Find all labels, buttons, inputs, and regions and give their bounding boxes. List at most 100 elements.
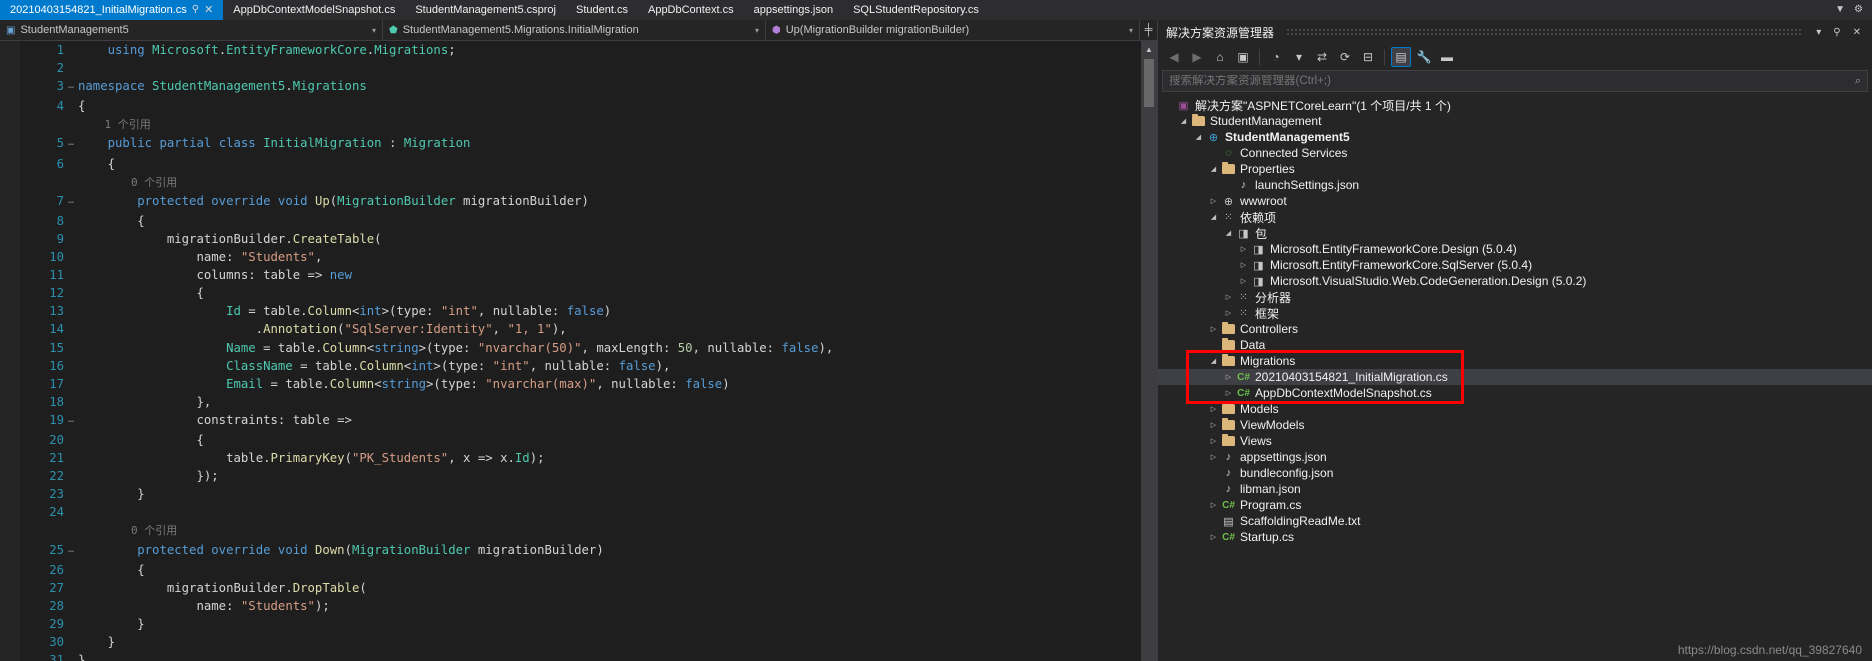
tree-item[interactable]: ▤ ScaffoldingReadMe.txt [1158, 513, 1872, 529]
editor-tab[interactable]: Student.cs [566, 0, 638, 20]
scrollbar-thumb[interactable] [1144, 59, 1154, 107]
tree-item-label: libman.json [1240, 482, 1301, 496]
expanded-twisty-icon[interactable]: ◢ [1207, 357, 1220, 365]
scroll-up-arrow-icon[interactable]: ▲ [1141, 41, 1157, 57]
home-icon[interactable]: ⌂ [1210, 47, 1230, 67]
tab-list-dropdown-icon[interactable]: ▼ [1835, 5, 1845, 15]
tree-item[interactable]: ♪ launchSettings.json [1158, 177, 1872, 193]
title-drag-dots[interactable] [1286, 28, 1802, 36]
sync-with-active-document-icon[interactable]: ⇄ [1312, 47, 1332, 67]
tree-item[interactable]: ♪ bundleconfig.json [1158, 465, 1872, 481]
folder-icon [1220, 338, 1237, 350]
collapsed-twisty-icon[interactable]: ▷ [1207, 197, 1220, 205]
tree-item[interactable]: ▷ Models [1158, 401, 1872, 417]
tree-item[interactable]: ▷ Views [1158, 433, 1872, 449]
preview-selected-items-icon[interactable]: ▬ [1437, 47, 1457, 67]
collapsed-twisty-icon[interactable]: ▷ [1222, 373, 1235, 381]
chevron-down-icon: ▾ [1128, 25, 1133, 35]
tree-item-label: Migrations [1240, 354, 1296, 368]
editor-tab[interactable]: 20210403154821_InitialMigration.cs ⚲ ✕ [0, 0, 224, 20]
close-icon[interactable]: ✕ [204, 4, 213, 16]
collapsed-twisty-icon[interactable]: ▷ [1207, 325, 1220, 333]
pending-changes-dropdown-icon[interactable]: ▾ [1289, 47, 1309, 67]
tree-item[interactable]: ▷ C# 20210403154821_InitialMigration.cs [1158, 369, 1872, 385]
tree-item[interactable]: Data [1158, 337, 1872, 353]
tree-item[interactable]: ◌ Connected Services [1158, 145, 1872, 161]
solution-explorer-search[interactable]: ⌕ [1162, 70, 1868, 92]
collapsed-twisty-icon[interactable]: ▷ [1207, 421, 1220, 429]
refresh-icon[interactable]: ⟳ [1335, 47, 1355, 67]
tree-item[interactable]: ♪ libman.json [1158, 481, 1872, 497]
tree-item[interactable]: ▷ ◨ Microsoft.EntityFrameworkCore.SqlServe… [1158, 257, 1872, 273]
expanded-twisty-icon[interactable]: ◢ [1177, 117, 1190, 125]
tree-item[interactable]: ▷ C# Startup.cs [1158, 529, 1872, 545]
source-code[interactable]: 1 using Microsoft.EntityFrameworkCore.Mi… [20, 41, 1141, 661]
tree-item[interactable]: ▷ ViewModels [1158, 417, 1872, 433]
collapsed-twisty-icon[interactable]: ▷ [1207, 533, 1220, 541]
expanded-twisty-icon[interactable]: ◢ [1222, 229, 1235, 237]
editor-tab[interactable]: AppDbContext.cs [637, 0, 744, 20]
solution-explorer-panel: 解决方案资源管理器 ▾ ⚲ ✕ ◀▶⌂▣◔▾⇄⟳⊟▤🔧▬ ⌕ ▣解决方案"ASP… [1157, 20, 1872, 661]
web-project-icon: ⊕ [1208, 131, 1219, 144]
collapsed-twisty-icon[interactable]: ▷ [1222, 389, 1235, 397]
collapsed-twisty-icon[interactable]: ▷ [1207, 501, 1220, 509]
collapsed-twisty-icon[interactable]: ▷ [1207, 437, 1220, 445]
tree-item[interactable]: ▷ ◨ Microsoft.VisualStudio.Web.CodeGenerat… [1158, 273, 1872, 289]
expanded-twisty-icon[interactable]: ◢ [1207, 213, 1220, 221]
tree-item[interactable]: ▷ ◨ Microsoft.EntityFrameworkCore.Design (… [1158, 241, 1872, 257]
split-editor-button[interactable]: ╪ [1140, 20, 1157, 40]
pin-icon[interactable]: ⚲ [1830, 27, 1843, 38]
folder-icon [1220, 418, 1237, 430]
tree-item[interactable]: ▣ 解决方案"ASPNETCoreLearn"(1 个项目/共 1 个) [1158, 97, 1872, 113]
tree-item[interactable]: ◢ StudentManagement [1158, 113, 1872, 129]
tree-item[interactable]: ▷ ♪ appsettings.json [1158, 449, 1872, 465]
editor-tab[interactable]: appsettings.json [743, 0, 844, 20]
forward-icon[interactable]: ▶ [1187, 47, 1207, 67]
expanded-twisty-icon[interactable]: ◢ [1207, 165, 1220, 173]
csharp-file-icon: C# [1222, 531, 1235, 543]
expanded-twisty-icon[interactable]: ◢ [1192, 133, 1205, 141]
tree-item[interactable]: ◢ Migrations [1158, 353, 1872, 369]
solution-tree[interactable]: ▣ 解决方案"ASPNETCoreLearn"(1 个项目/共 1 个) ◢ Stud… [1158, 95, 1872, 661]
tree-item[interactable]: ◢ ⊕ StudentManagement5 [1158, 129, 1872, 145]
editor-tab[interactable]: AppDbContextModelSnapshot.cs [223, 0, 406, 20]
show-all-files-icon[interactable]: ▤ [1391, 47, 1411, 67]
editor-tab[interactable]: StudentManagement5.csproj [405, 0, 566, 20]
tree-item[interactable]: ▷ ⊕ wwwroot [1158, 193, 1872, 209]
collapse-all-icon[interactable]: ⊟ [1358, 47, 1378, 67]
tree-item[interactable]: ▷ ⁙ 分析器 [1158, 289, 1872, 305]
tree-item[interactable]: ▷ Controllers [1158, 321, 1872, 337]
chevron-down-icon: ▾ [371, 25, 376, 35]
gear-icon[interactable]: ⚙ [1854, 5, 1863, 15]
tree-item[interactable]: ◢ ◨ 包 [1158, 225, 1872, 241]
tree-item[interactable]: ▷ ⁙ 框架 [1158, 305, 1872, 321]
collapsed-twisty-icon[interactable]: ▷ [1237, 277, 1250, 285]
tree-item[interactable]: ◢ ⁙ 依赖项 [1158, 209, 1872, 225]
collapsed-twisty-icon[interactable]: ▷ [1222, 293, 1235, 301]
editor-tab[interactable]: SQLStudentRepository.cs [843, 0, 989, 20]
code-text-region[interactable]: 1 using Microsoft.EntityFrameworkCore.Mi… [20, 41, 1141, 661]
pending-changes-icon[interactable]: ◔ [1266, 47, 1286, 67]
tree-item[interactable]: ▷ C# Program.cs [1158, 497, 1872, 513]
editor-vertical-scrollbar[interactable]: ▲ [1141, 41, 1157, 661]
back-icon[interactable]: ◀ [1164, 47, 1184, 67]
navbar-project-dropdown[interactable]: ▣ StudentManagement5 ▾ [0, 20, 383, 40]
collapsed-twisty-icon[interactable]: ▷ [1207, 453, 1220, 461]
tree-item[interactable]: ◢ Properties [1158, 161, 1872, 177]
navbar-type-dropdown[interactable]: ⬟ StudentManagement5.Migrations.InitialM… [383, 20, 766, 40]
collapsed-twisty-icon[interactable]: ▷ [1207, 405, 1220, 413]
pin-icon[interactable]: ⚲ [192, 5, 199, 15]
switch-views-icon[interactable]: ▣ [1233, 47, 1253, 67]
properties-icon[interactable]: 🔧 [1414, 47, 1434, 67]
nuget-package-icon: ◨ [1253, 275, 1264, 288]
tree-item[interactable]: ▷ C# AppDbContextModelSnapshot.cs [1158, 385, 1872, 401]
search-input[interactable] [1169, 75, 1855, 87]
collapsed-twisty-icon[interactable]: ▷ [1237, 261, 1250, 269]
solution-explorer-toolbar: ◀ ▶ ⌂ ▣ ◔ ▾ ⇄ ⟳ ⊟ ▤ 🔧 ▬ [1158, 44, 1872, 70]
panel-dropdown-icon[interactable]: ▾ [1813, 27, 1824, 38]
tree-item-label: Data [1240, 338, 1266, 352]
navbar-member-dropdown[interactable]: ⬢ Up(MigrationBuilder migrationBuilder) … [766, 20, 1140, 40]
collapsed-twisty-icon[interactable]: ▷ [1237, 245, 1250, 253]
collapsed-twisty-icon[interactable]: ▷ [1222, 309, 1235, 317]
close-icon[interactable]: ✕ [1850, 27, 1864, 38]
